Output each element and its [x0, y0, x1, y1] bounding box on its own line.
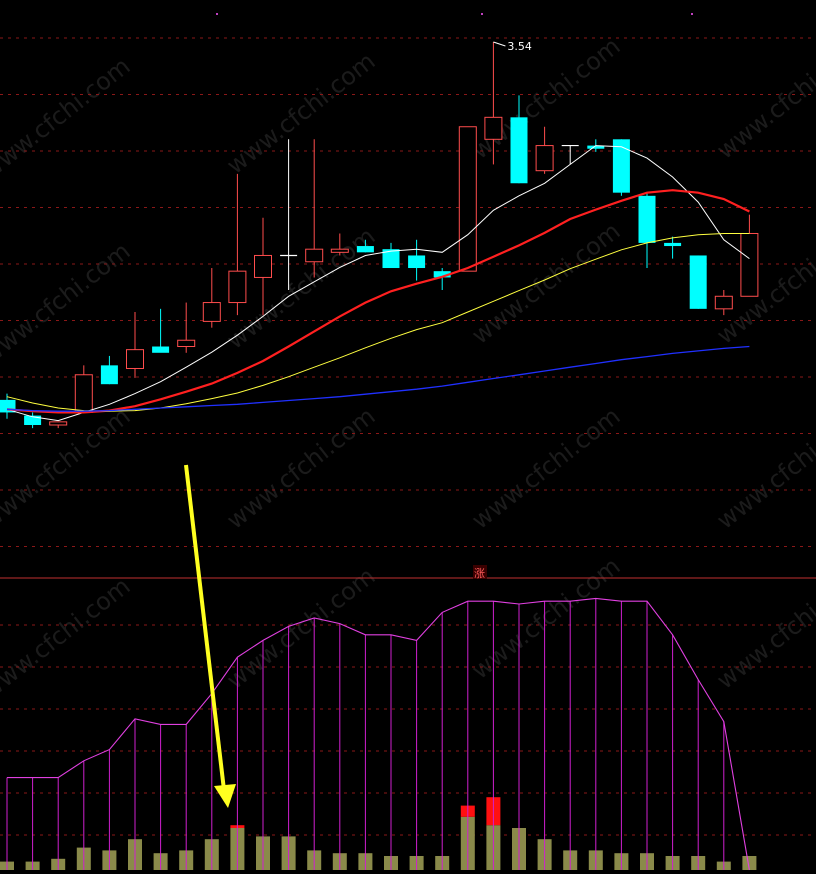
volume-bars — [0, 797, 757, 870]
watermark-layer: www.cfchi.com www.cfchi.com www.cfchi.com w… — [0, 32, 816, 705]
watermark-text: www.cfchi.com — [221, 402, 380, 535]
candle-body-up — [330, 248, 349, 253]
watermark-text: www.cfchi.com — [711, 562, 816, 695]
candle — [458, 126, 477, 272]
watermark-text: www.cfchi.com — [0, 52, 135, 185]
candle-body-down — [100, 365, 118, 385]
indicator-gridlines — [0, 624, 816, 836]
watermark-text: www.cfchi.com — [221, 47, 380, 180]
candle — [638, 192, 656, 269]
candle — [740, 214, 759, 297]
candle — [382, 242, 400, 269]
watermark-text: www.cfchi.com — [466, 32, 625, 165]
candle — [305, 139, 324, 278]
peak-price-label: 3.54 — [507, 40, 532, 53]
watermark-text: www.cfchi.com — [221, 562, 380, 695]
candle — [126, 311, 144, 378]
candle-body-up — [740, 232, 759, 297]
watermark-text: www.cfchi.com — [0, 237, 135, 370]
candle-body-down — [638, 195, 656, 243]
peak-price-annotation: 3.54 — [493, 40, 532, 53]
candle-body-up — [126, 349, 144, 369]
candle — [74, 365, 93, 413]
candle — [561, 144, 579, 165]
candle — [177, 302, 196, 353]
candle-body-down — [356, 246, 374, 253]
candle — [202, 268, 221, 328]
candle — [152, 308, 170, 353]
candle — [280, 139, 298, 290]
ma60-line — [6, 345, 750, 412]
peak-pointer — [493, 41, 506, 47]
candle-body-up — [714, 295, 733, 310]
candle-body-up — [74, 374, 93, 413]
candle-body-up — [228, 270, 247, 304]
arrow-head — [214, 784, 236, 808]
ma10-line — [6, 189, 750, 414]
candle-body-up — [177, 339, 196, 348]
chart-canvas: www.cfchi.com www.cfchi.com www.cfchi.com w… — [0, 13, 816, 871]
zhang-tag-label: 涨 — [474, 567, 485, 580]
candle-body-down — [152, 346, 170, 353]
candle — [612, 139, 630, 196]
candle-body-down — [408, 255, 426, 269]
candle — [228, 173, 247, 316]
watermark-text: www.cfchi.com — [0, 572, 135, 705]
candle-body-up — [484, 116, 503, 140]
marker-dot — [691, 13, 693, 15]
ma5-line — [6, 145, 750, 422]
candle — [664, 236, 682, 259]
candle — [714, 290, 733, 316]
indicator-polyline — [7, 597, 750, 871]
candle-body-up — [305, 248, 324, 263]
candle-body-up — [49, 421, 68, 426]
candle-body-down — [689, 255, 707, 309]
watermark-text: www.cfchi.com — [466, 402, 625, 535]
candle — [689, 255, 707, 309]
candle-body-up — [535, 145, 554, 172]
candle — [408, 239, 426, 281]
candle — [49, 421, 68, 429]
candle-body-up — [202, 302, 221, 322]
watermark-text: www.cfchi.com — [466, 552, 625, 685]
indicator-line — [6, 597, 750, 871]
arrow-shaft — [184, 464, 226, 791]
watermark-text: www.cfchi.com — [711, 217, 816, 350]
zhang-tag-group: 涨 — [473, 565, 487, 580]
candle — [100, 355, 118, 385]
watermark-text: www.cfchi.com — [711, 402, 816, 535]
watermark-text: www.cfchi.com — [466, 217, 625, 350]
marker-dot — [216, 13, 218, 15]
top-marker-dots — [216, 13, 693, 15]
candle — [535, 126, 554, 174]
candle-body-up — [458, 126, 477, 272]
watermark-text: www.cfchi.com — [711, 32, 816, 165]
candlestick-series — [0, 41, 759, 429]
candle-body-up — [254, 254, 272, 278]
marker-dot — [481, 13, 483, 15]
moving-average-lines — [6, 145, 750, 422]
candle-body-down — [510, 117, 528, 184]
candle-body-down — [664, 242, 682, 247]
watermark-text: www.cfchi.com — [0, 402, 135, 535]
